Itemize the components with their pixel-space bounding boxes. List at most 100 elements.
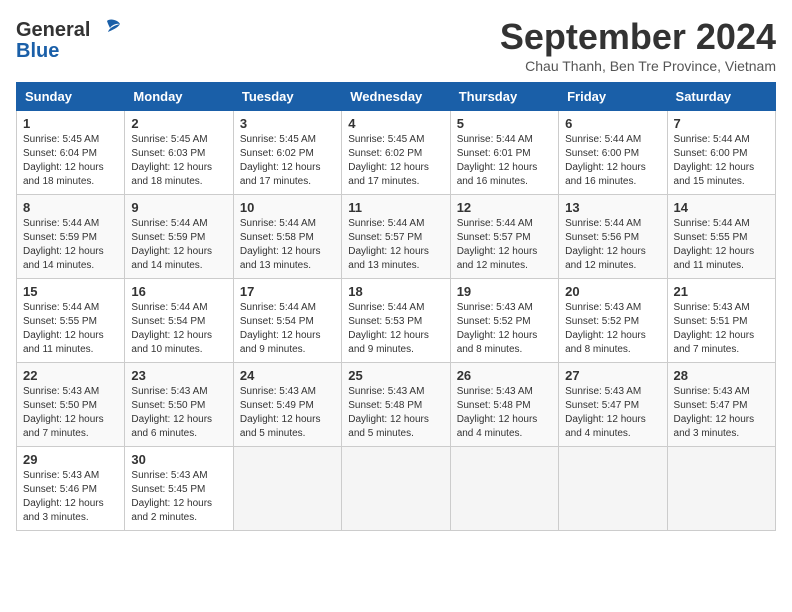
calendar-cell: 18 Sunrise: 5:44 AM Sunset: 5:53 PM Dayli… (342, 279, 450, 363)
logo-general: General (16, 19, 90, 42)
col-header-saturday: Saturday (667, 83, 775, 111)
day-number: 10 (240, 200, 335, 215)
calendar-week-3: 15 Sunrise: 5:44 AM Sunset: 5:55 PM Dayli… (17, 279, 776, 363)
calendar-cell: 27 Sunrise: 5:43 AM Sunset: 5:47 PM Dayli… (559, 363, 667, 447)
day-info: Sunrise: 5:43 AM Sunset: 5:47 PM Dayligh… (674, 385, 769, 441)
calendar-week-4: 22Sunrise: 5:43 AM Sunset: 5:50 PM Dayli… (17, 363, 776, 447)
calendar-cell (450, 447, 558, 531)
calendar-week-2: 8 Sunrise: 5:44 AM Sunset: 5:59 PM Daylig… (17, 195, 776, 279)
day-info: Sunrise: 5:44 AM Sunset: 5:55 PM Dayligh… (674, 217, 769, 273)
day-number: 18 (348, 284, 443, 299)
day-number: 19 (457, 284, 552, 299)
day-info: Sunrise: 5:43 AM Sunset: 5:45 PM Dayligh… (131, 469, 226, 525)
day-info: Sunrise: 5:44 AM Sunset: 6:01 PM Dayligh… (457, 133, 552, 189)
col-header-wednesday: Wednesday (342, 83, 450, 111)
day-number: 2 (131, 116, 226, 131)
day-info: Sunrise: 5:45 AM Sunset: 6:02 PM Dayligh… (348, 133, 443, 189)
day-number: 23 (131, 368, 226, 383)
calendar-cell: 13Sunrise: 5:44 AM Sunset: 5:56 PM Dayli… (559, 195, 667, 279)
title-section: September 2024 Chau Thanh, Ben Tre Provi… (500, 16, 776, 74)
day-info: Sunrise: 5:44 AM Sunset: 5:54 PM Dayligh… (240, 301, 335, 357)
day-number: 29 (23, 452, 118, 467)
calendar-cell (559, 447, 667, 531)
calendar-cell: 15 Sunrise: 5:44 AM Sunset: 5:55 PM Dayli… (17, 279, 125, 363)
day-number: 8 (23, 200, 118, 215)
col-header-tuesday: Tuesday (233, 83, 341, 111)
day-number: 25 (348, 368, 443, 383)
calendar-cell: 12 Sunrise: 5:44 AM Sunset: 5:57 PM Dayli… (450, 195, 558, 279)
day-info: Sunrise: 5:44 AM Sunset: 5:57 PM Dayligh… (348, 217, 443, 273)
col-header-thursday: Thursday (450, 83, 558, 111)
day-info: Sunrise: 5:43 AM Sunset: 5:46 PM Dayligh… (23, 469, 118, 525)
calendar-cell: 17 Sunrise: 5:44 AM Sunset: 5:54 PM Dayli… (233, 279, 341, 363)
day-info: Sunrise: 5:43 AM Sunset: 5:50 PM Dayligh… (23, 385, 118, 441)
day-number: 17 (240, 284, 335, 299)
day-info: Sunrise: 5:43 AM Sunset: 5:51 PM Dayligh… (674, 301, 769, 357)
logo: General Blue (16, 16, 122, 63)
calendar-cell: 4 Sunrise: 5:45 AM Sunset: 6:02 PM Daylig… (342, 111, 450, 195)
day-info: Sunrise: 5:44 AM Sunset: 5:59 PM Dayligh… (131, 217, 226, 273)
calendar-cell: 22Sunrise: 5:43 AM Sunset: 5:50 PM Dayli… (17, 363, 125, 447)
calendar-cell: 3Sunrise: 5:45 AM Sunset: 6:02 PM Daylig… (233, 111, 341, 195)
day-number: 30 (131, 452, 226, 467)
day-number: 26 (457, 368, 552, 383)
calendar-cell: 21Sunrise: 5:43 AM Sunset: 5:51 PM Dayli… (667, 279, 775, 363)
day-number: 15 (23, 284, 118, 299)
day-number: 28 (674, 368, 769, 383)
day-info: Sunrise: 5:44 AM Sunset: 6:00 PM Dayligh… (565, 133, 660, 189)
day-number: 7 (674, 116, 769, 131)
day-info: Sunrise: 5:45 AM Sunset: 6:04 PM Dayligh… (23, 133, 118, 189)
col-header-friday: Friday (559, 83, 667, 111)
month-title: September 2024 (500, 16, 776, 58)
day-number: 6 (565, 116, 660, 131)
calendar-cell: 26 Sunrise: 5:43 AM Sunset: 5:48 PM Dayli… (450, 363, 558, 447)
calendar-cell: 16Sunrise: 5:44 AM Sunset: 5:54 PM Dayli… (125, 279, 233, 363)
calendar-cell: 1Sunrise: 5:45 AM Sunset: 6:04 PM Daylig… (17, 111, 125, 195)
calendar-header-row: SundayMondayTuesdayWednesdayThursdayFrid… (17, 83, 776, 111)
day-info: Sunrise: 5:43 AM Sunset: 5:49 PM Dayligh… (240, 385, 335, 441)
day-info: Sunrise: 5:44 AM Sunset: 5:58 PM Dayligh… (240, 217, 335, 273)
day-number: 20 (565, 284, 660, 299)
calendar-cell (667, 447, 775, 531)
calendar-cell: 8 Sunrise: 5:44 AM Sunset: 5:59 PM Daylig… (17, 195, 125, 279)
col-header-sunday: Sunday (17, 83, 125, 111)
day-number: 27 (565, 368, 660, 383)
day-info: Sunrise: 5:44 AM Sunset: 6:00 PM Dayligh… (674, 133, 769, 189)
day-info: Sunrise: 5:44 AM Sunset: 5:55 PM Dayligh… (23, 301, 118, 357)
calendar-cell: 10 Sunrise: 5:44 AM Sunset: 5:58 PM Dayli… (233, 195, 341, 279)
day-info: Sunrise: 5:44 AM Sunset: 5:53 PM Dayligh… (348, 301, 443, 357)
col-header-monday: Monday (125, 83, 233, 111)
day-number: 12 (457, 200, 552, 215)
day-info: Sunrise: 5:44 AM Sunset: 5:56 PM Dayligh… (565, 217, 660, 273)
day-number: 11 (348, 200, 443, 215)
day-info: Sunrise: 5:45 AM Sunset: 6:03 PM Dayligh… (131, 133, 226, 189)
calendar-table: SundayMondayTuesdayWednesdayThursdayFrid… (16, 82, 776, 531)
calendar-cell: 19 Sunrise: 5:43 AM Sunset: 5:52 PM Dayli… (450, 279, 558, 363)
day-info: Sunrise: 5:44 AM Sunset: 5:57 PM Dayligh… (457, 217, 552, 273)
day-number: 4 (348, 116, 443, 131)
logo-bird-icon (92, 16, 122, 44)
calendar-cell: 20 Sunrise: 5:43 AM Sunset: 5:52 PM Dayli… (559, 279, 667, 363)
day-number: 9 (131, 200, 226, 215)
calendar-cell: 5 Sunrise: 5:44 AM Sunset: 6:01 PM Daylig… (450, 111, 558, 195)
day-info: Sunrise: 5:45 AM Sunset: 6:02 PM Dayligh… (240, 133, 335, 189)
page-header: General Blue September 2024 Chau Thanh, … (16, 16, 776, 74)
calendar-cell: 2 Sunrise: 5:45 AM Sunset: 6:03 PM Daylig… (125, 111, 233, 195)
calendar-cell (342, 447, 450, 531)
calendar-cell: 14Sunrise: 5:44 AM Sunset: 5:55 PM Dayli… (667, 195, 775, 279)
day-number: 5 (457, 116, 552, 131)
day-info: Sunrise: 5:43 AM Sunset: 5:52 PM Dayligh… (565, 301, 660, 357)
calendar-cell: 9 Sunrise: 5:44 AM Sunset: 5:59 PM Daylig… (125, 195, 233, 279)
day-info: Sunrise: 5:43 AM Sunset: 5:47 PM Dayligh… (565, 385, 660, 441)
calendar-week-1: 1Sunrise: 5:45 AM Sunset: 6:04 PM Daylig… (17, 111, 776, 195)
calendar-cell: 24 Sunrise: 5:43 AM Sunset: 5:49 PM Dayli… (233, 363, 341, 447)
calendar-cell: 6 Sunrise: 5:44 AM Sunset: 6:00 PM Daylig… (559, 111, 667, 195)
calendar-cell: 25Sunrise: 5:43 AM Sunset: 5:48 PM Dayli… (342, 363, 450, 447)
day-info: Sunrise: 5:43 AM Sunset: 5:48 PM Dayligh… (457, 385, 552, 441)
day-number: 24 (240, 368, 335, 383)
calendar-cell: 29 Sunrise: 5:43 AM Sunset: 5:46 PM Dayli… (17, 447, 125, 531)
calendar-cell (233, 447, 341, 531)
day-info: Sunrise: 5:43 AM Sunset: 5:52 PM Dayligh… (457, 301, 552, 357)
day-info: Sunrise: 5:44 AM Sunset: 5:59 PM Dayligh… (23, 217, 118, 273)
calendar-cell: 30 Sunrise: 5:43 AM Sunset: 5:45 PM Dayli… (125, 447, 233, 531)
